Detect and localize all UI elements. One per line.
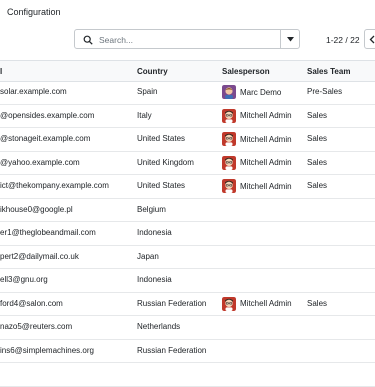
search-input[interactable] <box>99 33 279 46</box>
cell-salesperson: Mitchell Admin <box>222 179 292 193</box>
cell-country: Indonesia <box>137 275 172 284</box>
avatar <box>222 179 236 193</box>
cell-email: @yahoo.example.com <box>0 157 80 167</box>
cell-email: pert2@dailymail.co.uk <box>0 251 79 261</box>
cell-sales-team: Sales <box>307 298 328 308</box>
table-row[interactable]: pert2@dailymail.co.uk Japan <box>0 246 375 269</box>
cell-email: er1@theglobeandmail.com <box>0 228 96 237</box>
cell-email: solar.example.com <box>0 87 67 96</box>
table-row[interactable]: @stonageit.example.com United States Mitch… <box>0 128 375 152</box>
cell-country: Indonesia <box>137 228 172 237</box>
cell-sales-team: Sales <box>307 134 328 143</box>
search-options-toggle[interactable] <box>280 30 299 48</box>
chevron-left-icon <box>369 35 375 43</box>
cell-country: Spain <box>137 87 158 96</box>
cell-salesperson: Mitchell Admin <box>222 155 292 170</box>
table-row[interactable]: solar.example.com Spain Marc Demo Pre-Sales <box>0 81 375 105</box>
table-row[interactable]: er1@theglobeandmail.com Indonesia <box>0 222 375 246</box>
search-icon <box>83 35 93 45</box>
pager-value[interactable]: 1-22 / 22 <box>326 35 360 45</box>
cell-email: ict@thekompany.example.com <box>0 181 109 190</box>
cell-sales-team: Sales <box>307 110 328 120</box>
table-row[interactable]: ict@thekompany.example.com United States M… <box>0 175 375 199</box>
table-row[interactable]: ford4@salon.com Russian Federation Mitchel… <box>0 293 375 316</box>
table-row[interactable]: ikhouse0@google.pl Belgium <box>0 199 375 222</box>
salesperson-name: Mitchell Admin <box>240 181 292 191</box>
salesperson-name: Mitchell Admin <box>240 158 292 167</box>
cell-salesperson: Mitchell Admin <box>222 296 292 311</box>
avatar <box>222 108 236 123</box>
cell-salesperson: Mitchell Admin <box>222 132 292 146</box>
cell-country: United Kingdom <box>137 157 194 167</box>
column-header-sales-team[interactable]: Sales Team <box>307 67 350 76</box>
column-header-email[interactable]: l <box>0 67 2 76</box>
table-row[interactable]: @opensides.example.com Italy Mitchell Admi… <box>0 105 375 128</box>
salesperson-name: Marc Demo <box>240 87 282 97</box>
table-header: l Country Salesperson Sales Team <box>0 60 375 82</box>
cell-sales-team: Pre-Sales <box>307 87 343 96</box>
column-header-country[interactable]: Country <box>137 67 168 76</box>
cell-email: ford4@salon.com <box>0 298 63 308</box>
avatar <box>222 155 236 170</box>
cell-country: Belgium <box>137 204 166 214</box>
avatar <box>222 85 236 99</box>
table-row[interactable]: @yahoo.example.com United Kingdom Mitchell… <box>0 152 375 175</box>
cell-country: United States <box>137 134 186 143</box>
salesperson-name: Mitchell Admin <box>240 111 292 120</box>
cell-country: Italy <box>137 110 152 120</box>
pager-previous-button[interactable] <box>364 29 375 49</box>
cell-country: Japan <box>137 251 159 261</box>
caret-down-icon <box>286 36 294 41</box>
cell-country: Russian Federation <box>137 298 207 308</box>
breadcrumb[interactable]: Configuration <box>7 7 61 17</box>
cell-email: nazo5@reuters.com <box>0 322 73 331</box>
cell-salesperson: Marc Demo <box>222 85 281 99</box>
cell-email: ell3@gnu.org <box>0 275 48 284</box>
cell-country: Russian Federation <box>137 345 207 355</box>
table-row[interactable]: ell3@gnu.org Indonesia <box>0 269 375 293</box>
cell-sales-team: Sales <box>307 157 328 167</box>
avatar <box>222 132 236 146</box>
cell-sales-team: Sales <box>307 181 328 190</box>
table-row[interactable] <box>0 363 375 387</box>
control-panel: Configuration 1-22 / 22 <box>0 0 375 60</box>
search-bar <box>74 29 300 49</box>
table-row[interactable]: ins6@simplemachines.org Russian Federatio… <box>0 340 375 363</box>
cell-email: @stonageit.example.com <box>0 134 91 143</box>
column-header-salesperson[interactable]: Salesperson <box>222 67 270 76</box>
cell-salesperson: Mitchell Admin <box>222 108 292 123</box>
cell-email: ikhouse0@google.pl <box>0 204 73 214</box>
cell-email: @opensides.example.com <box>0 110 95 120</box>
cell-email: ins6@simplemachines.org <box>0 345 94 355</box>
cell-country: Netherlands <box>137 322 181 331</box>
table-body: solar.example.com Spain Marc Demo Pre-Sales… <box>0 81 375 387</box>
avatar <box>222 296 236 311</box>
table-row[interactable]: nazo5@reuters.com Netherlands <box>0 316 375 340</box>
salesperson-name: Mitchell Admin <box>240 299 292 308</box>
cell-country: United States <box>137 181 186 190</box>
salesperson-name: Mitchell Admin <box>240 134 292 144</box>
